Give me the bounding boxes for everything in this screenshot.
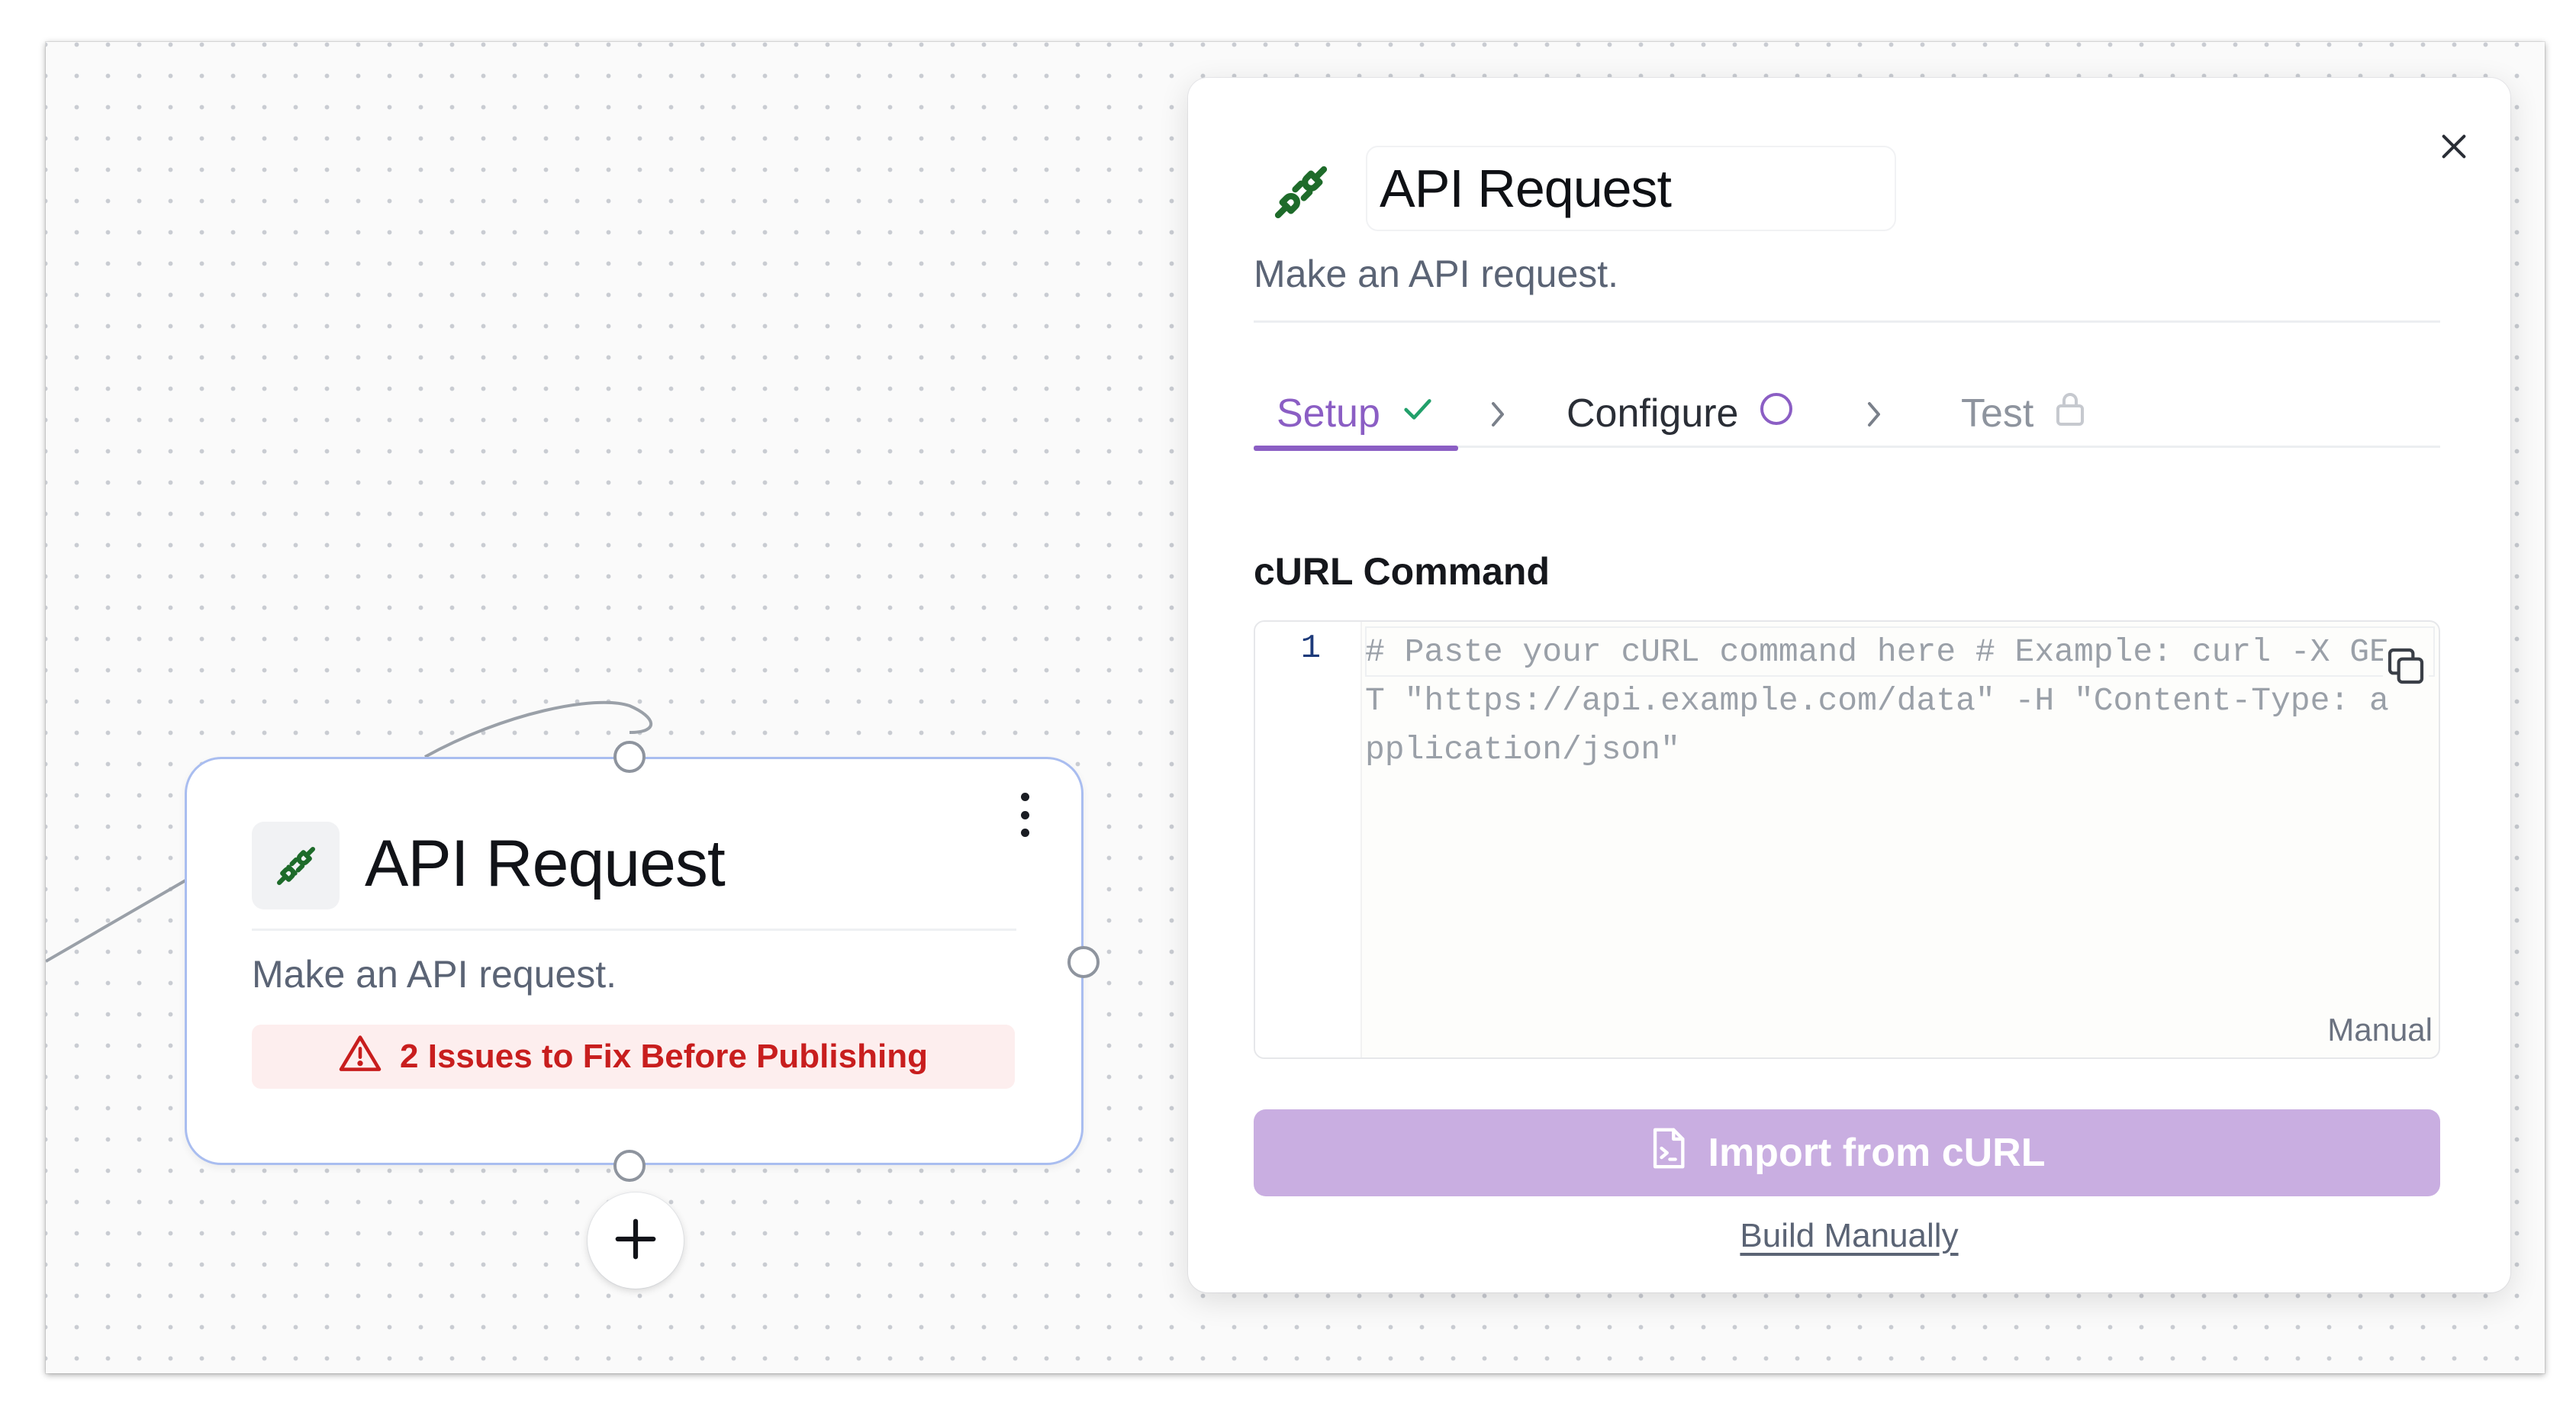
curl-code-editor[interactable]: 1 # Paste your cURL command here # Examp… — [1254, 620, 2440, 1059]
plus-icon — [612, 1215, 659, 1267]
curl-command-label: cURL Command — [1254, 550, 1550, 593]
issues-warning-banner[interactable]: 2 Issues to Fix Before Publishing — [252, 1025, 1015, 1089]
node-description: Make an API request. — [252, 953, 617, 996]
tab-test-label: Test — [1961, 391, 2034, 436]
copy-icon[interactable] — [2383, 643, 2429, 689]
line-number: 1 — [1300, 629, 1321, 668]
node-settings-panel: API Request Make an API request. Setup C… — [1188, 78, 2510, 1292]
node-name-input[interactable]: API Request — [1366, 146, 1896, 231]
active-tab-indicator — [1254, 446, 1458, 451]
chevron-right-icon — [1483, 396, 1513, 433]
api-request-node[interactable]: API Request Make an API request. 2 Issue… — [185, 757, 1084, 1165]
tab-configure-label: Configure — [1567, 391, 1739, 436]
tab-setup[interactable]: Setup — [1254, 379, 1458, 451]
node-title: API Request — [365, 827, 726, 900]
tab-test[interactable]: Test — [1961, 379, 2087, 448]
build-manually-link[interactable]: Build Manually — [1188, 1217, 2510, 1255]
workflow-canvas[interactable]: API Request Make an API request. 2 Issue… — [46, 42, 2545, 1373]
import-button-label: Import from cURL — [1708, 1131, 2046, 1175]
tab-setup-label: Setup — [1277, 391, 1380, 436]
editor-gutter: 1 — [1255, 622, 1362, 1057]
check-icon — [1400, 391, 1435, 436]
node-output-handle-bottom[interactable] — [613, 1150, 646, 1182]
node-output-handle-right[interactable] — [1067, 946, 1100, 978]
close-icon[interactable] — [2433, 126, 2475, 167]
plug-icon — [1263, 154, 1339, 230]
import-from-curl-button[interactable]: Import from cURL — [1254, 1109, 2440, 1196]
add-node-button[interactable] — [588, 1193, 684, 1289]
chevron-right-icon — [1859, 396, 1889, 433]
terminal-file-icon — [1649, 1126, 1687, 1180]
lock-icon — [2053, 391, 2087, 437]
warning-text: 2 Issues to Fix Before Publishing — [400, 1038, 928, 1075]
editor-mode-label: Manual — [2327, 1012, 2433, 1048]
node-divider — [252, 929, 1016, 931]
curl-placeholder-text[interactable]: # Paste your cURL command here # Example… — [1365, 628, 2403, 774]
node-input-handle-top[interactable] — [613, 741, 646, 773]
panel-description: Make an API request. — [1254, 253, 1619, 295]
incoming-edge — [46, 876, 192, 963]
kebab-menu-icon[interactable] — [1016, 788, 1034, 842]
warning-triangle-icon — [339, 1034, 382, 1080]
plug-icon — [252, 822, 340, 909]
tab-configure[interactable]: Configure — [1567, 379, 1795, 448]
circle-icon — [1758, 391, 1795, 437]
step-tabs: Setup Configure Test — [1254, 379, 2440, 451]
panel-divider — [1254, 320, 2440, 323]
